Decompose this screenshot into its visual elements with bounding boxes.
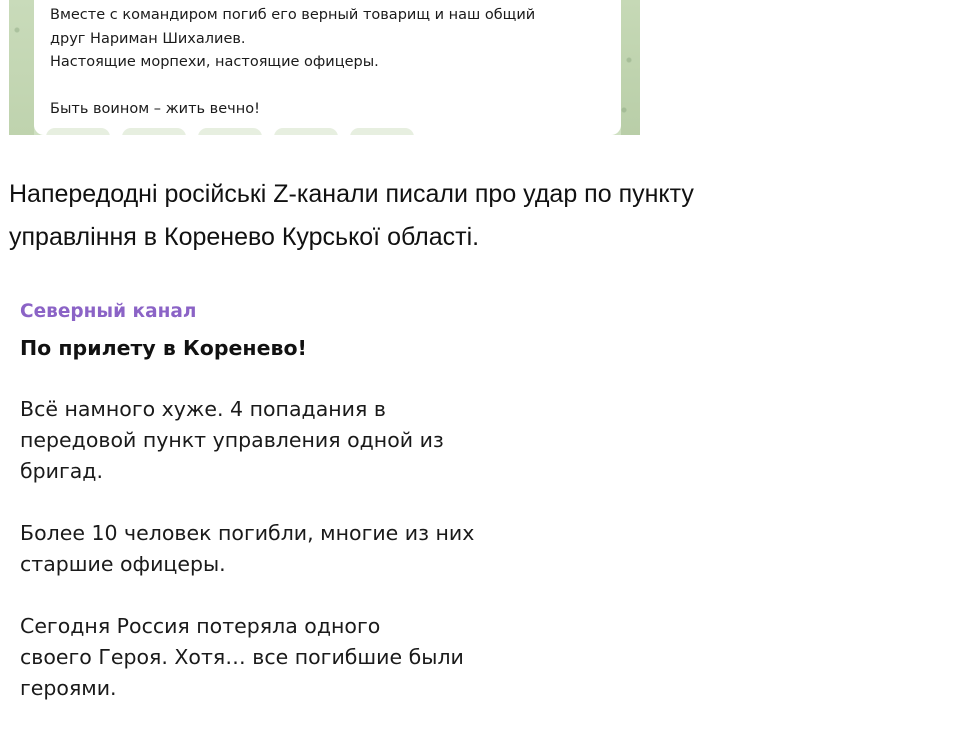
article-line: управління в Коренево Курської області. bbox=[9, 223, 480, 251]
article-line: Напередодні російські Z-канали писали пр… bbox=[9, 180, 694, 208]
post-line: передовой пункт управления одной из bbox=[20, 428, 444, 452]
article-paragraph: Напередодні російські Z-канали писали пр… bbox=[9, 173, 949, 259]
post-line: Сегодня Россия потеряла одного bbox=[20, 614, 381, 638]
message-line: Быть воином – жить вечно! bbox=[50, 101, 260, 117]
post-line: старшие офицеры. bbox=[20, 552, 226, 576]
post-paragraph: Всё намного хуже. 4 попадания в передово… bbox=[20, 394, 544, 487]
post-line: Более 10 человек погибли, многие из них bbox=[20, 521, 475, 545]
post-headline: По прилету в Коренево! bbox=[20, 336, 307, 360]
reaction-chip[interactable] bbox=[122, 128, 186, 135]
post-body: Всё намного хуже. 4 попадания в передово… bbox=[20, 394, 544, 735]
reaction-chip[interactable] bbox=[274, 128, 338, 135]
message-bubble: Вместе с командиром погиб его верный тов… bbox=[34, 0, 621, 135]
post-paragraph: Сегодня Россия потеряла одного своего Ге… bbox=[20, 611, 544, 704]
reaction-chip[interactable] bbox=[350, 128, 414, 135]
reaction-chip[interactable] bbox=[46, 128, 110, 135]
channel-post-screenshot: Северный канал По прилету в Коренево! Вс… bbox=[9, 296, 554, 711]
post-line: своего Героя. Хотя… все погибшие были bbox=[20, 645, 464, 669]
message-text: Вместе с командиром погиб его верный тов… bbox=[50, 4, 607, 122]
message-line: Вместе с командиром погиб его верный тов… bbox=[50, 7, 536, 23]
telegram-screenshot-top: Вместе с командиром погиб его верный тов… bbox=[9, 0, 640, 135]
post-paragraph: Более 10 человек погибли, многие из них … bbox=[20, 518, 544, 580]
post-line: Всё намного хуже. 4 попадания в bbox=[20, 397, 386, 421]
post-line: героями. bbox=[20, 676, 117, 700]
post-line: бригад. bbox=[20, 459, 104, 483]
message-line: друг Нариман Шихалиев. bbox=[50, 30, 246, 47]
channel-name[interactable]: Северный канал bbox=[20, 301, 196, 322]
message-line: Настоящие морпехи, настоящие офицеры. bbox=[50, 54, 379, 70]
reaction-chip[interactable] bbox=[198, 128, 262, 135]
reactions-row bbox=[46, 128, 414, 135]
